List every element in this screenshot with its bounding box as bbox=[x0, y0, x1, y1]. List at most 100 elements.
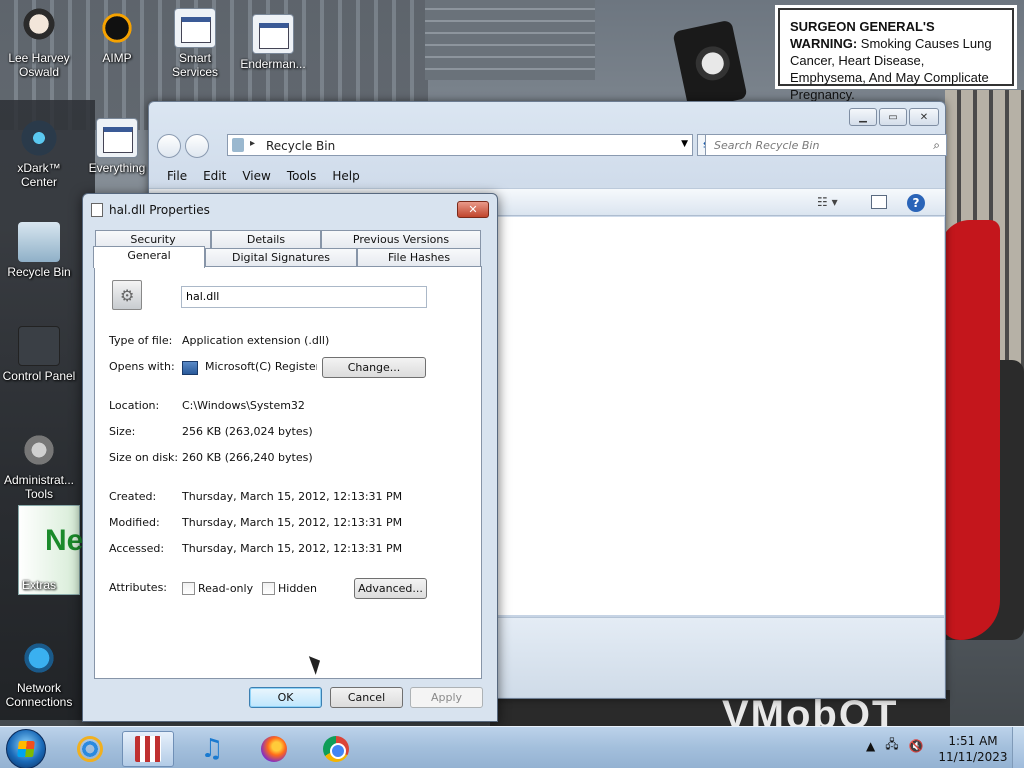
readonly-checkbox[interactable] bbox=[182, 582, 195, 595]
chevron-down-icon[interactable]: ▼ bbox=[681, 139, 688, 149]
surgeon-general-warning: SURGEON GENERAL'S WARNING: Smoking Cause… bbox=[775, 5, 1017, 102]
change-button[interactable]: Change... bbox=[322, 357, 426, 378]
size-on-disk-value: 260 KB (266,240 bytes) bbox=[182, 451, 313, 464]
background-building bbox=[425, 0, 595, 80]
volume-muted-icon[interactable]: 🔇 bbox=[909, 739, 924, 753]
register-server-icon bbox=[182, 361, 198, 375]
recycle-bin-icon bbox=[232, 138, 244, 152]
menu-tools[interactable]: Tools bbox=[279, 166, 325, 186]
menu-help[interactable]: Help bbox=[324, 166, 367, 186]
preview-pane-icon[interactable] bbox=[871, 195, 887, 209]
tab-digital-signatures[interactable]: Digital Signatures bbox=[205, 248, 357, 267]
address-bar[interactable]: ▸ Recycle Bin ▼ bbox=[227, 134, 693, 156]
created-value: Thursday, March 15, 2012, 12:13:31 PM bbox=[182, 490, 403, 503]
hidden-checkbox[interactable] bbox=[262, 582, 275, 595]
menu-bar: File Edit View Tools Help bbox=[149, 166, 945, 186]
desktop-icon-administrative-tools[interactable]: Administrat... Tools bbox=[0, 430, 78, 501]
search-placeholder: Search Recycle Bin bbox=[714, 139, 820, 152]
music-note-icon: ♫ bbox=[200, 734, 224, 764]
close-icon: ✕ bbox=[919, 111, 929, 123]
file-name-field[interactable]: hal.dll bbox=[181, 286, 427, 308]
ok-button[interactable]: OK bbox=[249, 687, 322, 708]
show-desktop-button[interactable] bbox=[1012, 727, 1024, 768]
general-tab-panel bbox=[94, 266, 482, 679]
cancel-button[interactable]: Cancel bbox=[330, 687, 403, 708]
location-label: Location: bbox=[109, 399, 160, 412]
chrome-icon bbox=[323, 736, 349, 762]
back-button[interactable] bbox=[157, 134, 181, 158]
forward-button[interactable] bbox=[185, 134, 209, 158]
maximize-button[interactable]: ▭ bbox=[879, 108, 907, 126]
desktop-icon-recycle-bin[interactable]: Recycle Bin bbox=[0, 222, 78, 279]
search-input[interactable]: Search Recycle Bin ⌕ bbox=[705, 134, 947, 156]
firefox-icon bbox=[261, 736, 287, 762]
menu-view[interactable]: View bbox=[234, 166, 278, 186]
taskbar-chrome[interactable] bbox=[310, 731, 362, 767]
hidden-label: Hidden bbox=[278, 582, 318, 595]
address-path: Recycle Bin bbox=[266, 139, 336, 153]
minimize-button[interactable]: ▁ bbox=[849, 108, 877, 126]
store-icon bbox=[135, 736, 161, 762]
tab-file-hashes[interactable]: File Hashes bbox=[357, 248, 481, 267]
view-options-icon[interactable]: ☷ ▾ bbox=[817, 195, 838, 209]
clock-time: 1:51 AM bbox=[948, 734, 998, 748]
clock[interactable]: 1:51 AM 11/11/2023 bbox=[938, 733, 1008, 765]
maximize-icon: ▭ bbox=[888, 111, 898, 123]
navigation-bar: ▸ Recycle Bin ▼ ⇆ Search Recycle Bin ⌕ bbox=[157, 132, 947, 158]
file-icon bbox=[91, 203, 103, 217]
tab-previous-versions[interactable]: Previous Versions bbox=[321, 230, 481, 249]
opens-with-value: Microsoft(C) Register Se bbox=[205, 360, 317, 373]
dialog-close-button[interactable]: ✕ bbox=[457, 201, 489, 218]
apply-button[interactable]: Apply bbox=[410, 687, 483, 708]
system-tray: ▲ 🖧 🔇 bbox=[866, 735, 924, 756]
tray-expand-icon[interactable]: ▲ bbox=[866, 739, 875, 753]
exe-icon bbox=[174, 8, 216, 48]
desktop-icon-everything[interactable]: Everything bbox=[78, 118, 156, 175]
readonly-label: Read-only bbox=[198, 582, 254, 595]
accessed-value: Thursday, March 15, 2012, 12:13:31 PM bbox=[182, 542, 403, 555]
network-status-icon[interactable]: 🖧 bbox=[885, 735, 898, 756]
tab-details[interactable]: Details bbox=[211, 230, 321, 249]
menu-edit[interactable]: Edit bbox=[195, 166, 234, 186]
close-icon: ✕ bbox=[468, 203, 478, 216]
desktop-icon-control-panel[interactable]: Control Panel bbox=[0, 326, 78, 383]
background-speaker bbox=[672, 19, 748, 111]
type-value: Application extension (.dll) bbox=[182, 334, 330, 347]
search-icon: ⌕ bbox=[933, 138, 940, 152]
clock-date: 11/11/2023 bbox=[938, 750, 1008, 764]
created-label: Created: bbox=[109, 490, 157, 503]
type-label: Type of file: bbox=[109, 334, 173, 347]
exe-icon bbox=[252, 14, 294, 54]
separator bbox=[108, 385, 426, 386]
size-value: 256 KB (263,024 bytes) bbox=[182, 425, 313, 438]
minimize-icon: ▁ bbox=[859, 111, 867, 123]
taskbar-internet-explorer[interactable] bbox=[64, 731, 116, 767]
dialog-title: hal.dll Properties bbox=[109, 203, 210, 217]
menu-file[interactable]: File bbox=[159, 166, 195, 186]
attributes-label: Attributes: bbox=[109, 581, 168, 594]
taskbar-store[interactable] bbox=[122, 731, 174, 767]
desktop-icon-network-connections[interactable]: Network Connections bbox=[0, 638, 78, 709]
desktop-icon-extras[interactable]: Extras bbox=[0, 578, 78, 592]
desktop-icon-xdark-center[interactable]: xDark™ Center bbox=[0, 118, 78, 189]
tab-general[interactable]: General bbox=[93, 246, 205, 268]
help-icon[interactable]: ? bbox=[907, 194, 925, 212]
advanced-button[interactable]: Advanced... bbox=[354, 578, 427, 599]
location-value: C:\Windows\System32 bbox=[182, 399, 305, 412]
start-button[interactable] bbox=[6, 729, 46, 768]
control-panel-icon bbox=[18, 326, 60, 366]
desktop-icon-lee-harvey-oswald[interactable]: Lee Harvey Oswald bbox=[0, 8, 78, 79]
separator bbox=[108, 476, 426, 477]
close-button[interactable]: ✕ bbox=[909, 108, 939, 126]
modified-label: Modified: bbox=[109, 516, 160, 529]
desktop-icon-smart-services[interactable]: Smart Services bbox=[156, 8, 234, 79]
taskbar-music[interactable]: ♫ bbox=[186, 731, 238, 767]
opens-with-label: Opens with: bbox=[109, 360, 175, 373]
chevron-right-icon: ▸ bbox=[250, 138, 256, 149]
window-controls: ▁ ▭ ✕ bbox=[849, 108, 939, 126]
desktop-icon-aimp[interactable]: AIMP bbox=[78, 8, 156, 65]
taskbar-firefox[interactable] bbox=[248, 731, 300, 767]
desktop-icon-enderman[interactable]: Enderman... bbox=[234, 14, 312, 71]
admin-tools-icon bbox=[18, 430, 60, 470]
network-icon bbox=[18, 638, 60, 678]
